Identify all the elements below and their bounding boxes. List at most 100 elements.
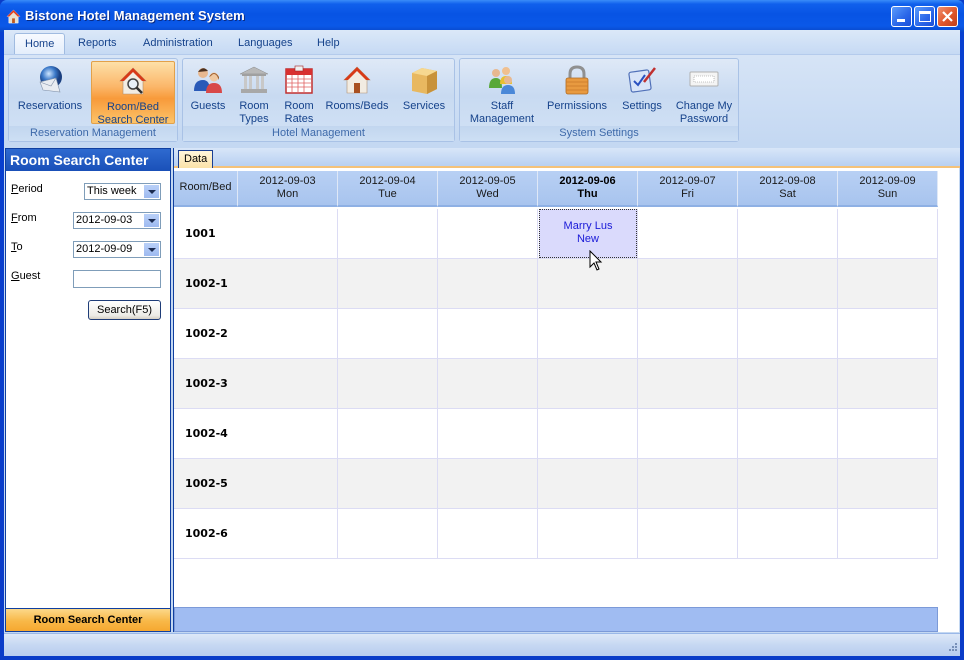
- tab-home[interactable]: Home: [14, 33, 66, 54]
- tab-reports[interactable]: Reports: [68, 33, 127, 54]
- tab-languages[interactable]: Languages: [228, 33, 302, 54]
- grid-cell[interactable]: [438, 409, 538, 459]
- chevron-down-icon[interactable]: [144, 185, 159, 198]
- from-date-picker[interactable]: 2012-09-03: [73, 212, 161, 229]
- staff-management-button[interactable]: Staff Management: [465, 61, 539, 125]
- grid-cell[interactable]: [738, 509, 838, 559]
- grid-cell[interactable]: [838, 459, 938, 509]
- horizontal-scrollbar[interactable]: [174, 607, 938, 632]
- reservations-label: Reservations: [17, 100, 83, 112]
- grid-cell[interactable]: [838, 359, 938, 409]
- column-header-date[interactable]: 2012-09-05 Wed: [438, 171, 538, 207]
- column-header-date[interactable]: 2012-09-09 Sun: [838, 171, 938, 207]
- permissions-button[interactable]: Permissions: [544, 61, 610, 124]
- room-search-center-nav-button[interactable]: Room Search Center: [5, 608, 171, 632]
- grid-cell[interactable]: [538, 509, 638, 559]
- grid-cell[interactable]: [338, 309, 438, 359]
- tab-administration[interactable]: Administration: [133, 33, 223, 54]
- maximize-button[interactable]: [914, 6, 935, 27]
- grid-cell[interactable]: [838, 209, 938, 259]
- grid-cell[interactable]: [538, 359, 638, 409]
- grid-cell[interactable]: [738, 209, 838, 259]
- settings-button[interactable]: Settings: [614, 61, 670, 124]
- grid-cell[interactable]: [338, 509, 438, 559]
- grid-cell[interactable]: [438, 209, 538, 259]
- column-date: 2012-09-08: [759, 175, 816, 187]
- grid-cell[interactable]: [338, 209, 438, 259]
- guest-input[interactable]: [73, 270, 161, 288]
- column-header-date[interactable]: 2012-09-06 Thu: [538, 171, 638, 207]
- grid-cell[interactable]: [838, 409, 938, 459]
- grid-cell[interactable]: [338, 409, 438, 459]
- ribbon-group-hotel-management: Guests Room Types Room Rates Rooms/Beds …: [182, 58, 455, 142]
- guests-button[interactable]: Guests: [186, 61, 230, 124]
- rooms-beds-button[interactable]: Rooms/Beds: [324, 61, 390, 124]
- maximize-icon: [919, 11, 931, 22]
- grid-cell[interactable]: [238, 459, 338, 509]
- grid-cell[interactable]: [838, 309, 938, 359]
- column-header-date[interactable]: 2012-09-04 Tue: [338, 171, 438, 207]
- search-button[interactable]: Search(F5): [88, 300, 161, 320]
- grid-cell[interactable]: [738, 259, 838, 309]
- grid-cell[interactable]: [538, 459, 638, 509]
- column-header-date[interactable]: 2012-09-03 Mon: [238, 171, 338, 207]
- grid-cell[interactable]: [738, 309, 838, 359]
- grid-cell[interactable]: [438, 309, 538, 359]
- row-header-room: 1002-6: [174, 509, 238, 559]
- room-search-panel: Room Search Center Period This week From…: [5, 148, 171, 632]
- column-header-date[interactable]: 2012-09-07 Fri: [638, 171, 738, 207]
- grid-cell[interactable]: [238, 509, 338, 559]
- grid-cell[interactable]: [338, 459, 438, 509]
- period-select[interactable]: This week: [84, 183, 161, 200]
- grid-cell[interactable]: [238, 309, 338, 359]
- change-my-password-button[interactable]: Change My Password: [672, 61, 736, 125]
- grid-cell[interactable]: [638, 459, 738, 509]
- room-rates-button[interactable]: Room Rates: [279, 61, 319, 125]
- minimize-button[interactable]: [891, 6, 912, 27]
- house-icon: [343, 66, 371, 94]
- grid-cell[interactable]: [638, 509, 738, 559]
- grid-cell[interactable]: [438, 459, 538, 509]
- grid-cell[interactable]: [538, 259, 638, 309]
- grid-cell[interactable]: [438, 509, 538, 559]
- services-button[interactable]: Services: [397, 61, 451, 124]
- grid-cell[interactable]: [538, 409, 638, 459]
- column-header-date[interactable]: 2012-09-08 Sat: [738, 171, 838, 207]
- tab-help[interactable]: Help: [307, 33, 350, 54]
- grid-cell[interactable]: [738, 359, 838, 409]
- grid-cell[interactable]: [238, 359, 338, 409]
- column-day: Mon: [276, 188, 299, 200]
- grid-cell[interactable]: [338, 259, 438, 309]
- grid-cell[interactable]: [538, 309, 638, 359]
- grid-cell[interactable]: [638, 309, 738, 359]
- room-types-button[interactable]: Room Types: [234, 61, 274, 125]
- tab-data[interactable]: Data: [178, 150, 214, 168]
- grid-cell[interactable]: [238, 209, 338, 259]
- chevron-down-icon[interactable]: [144, 243, 159, 256]
- grid-cell[interactable]: [638, 209, 738, 259]
- grid-cell[interactable]: [738, 459, 838, 509]
- room-bed-search-center-button[interactable]: Room/Bed Search Center: [91, 61, 175, 126]
- mouse-cursor-icon: [589, 250, 603, 271]
- resize-grip-icon[interactable]: [944, 640, 958, 654]
- grid-cell[interactable]: [338, 359, 438, 409]
- grid-cell[interactable]: [838, 509, 938, 559]
- grid-cell[interactable]: [438, 359, 538, 409]
- reservations-button[interactable]: Reservations: [11, 61, 89, 124]
- grid-cell[interactable]: [738, 409, 838, 459]
- grid-cell[interactable]: [838, 259, 938, 309]
- grid-cell[interactable]: [238, 259, 338, 309]
- chevron-down-icon[interactable]: [144, 214, 159, 227]
- title-bar[interactable]: Bistone Hotel Management System: [0, 0, 964, 32]
- grid-cell[interactable]: [638, 409, 738, 459]
- grid-cell[interactable]: [638, 359, 738, 409]
- column-day: Wed: [476, 188, 499, 200]
- booking-cell[interactable]: Marry Lus New: [539, 209, 637, 258]
- grid-cell[interactable]: [438, 259, 538, 309]
- to-date-picker[interactable]: 2012-09-09: [73, 241, 161, 258]
- grid-cell[interactable]: [238, 409, 338, 459]
- change-my-password-label: Change My Password: [675, 100, 733, 125]
- column-day: Sat: [779, 188, 796, 200]
- grid-cell[interactable]: [638, 259, 738, 309]
- close-button[interactable]: [937, 6, 958, 27]
